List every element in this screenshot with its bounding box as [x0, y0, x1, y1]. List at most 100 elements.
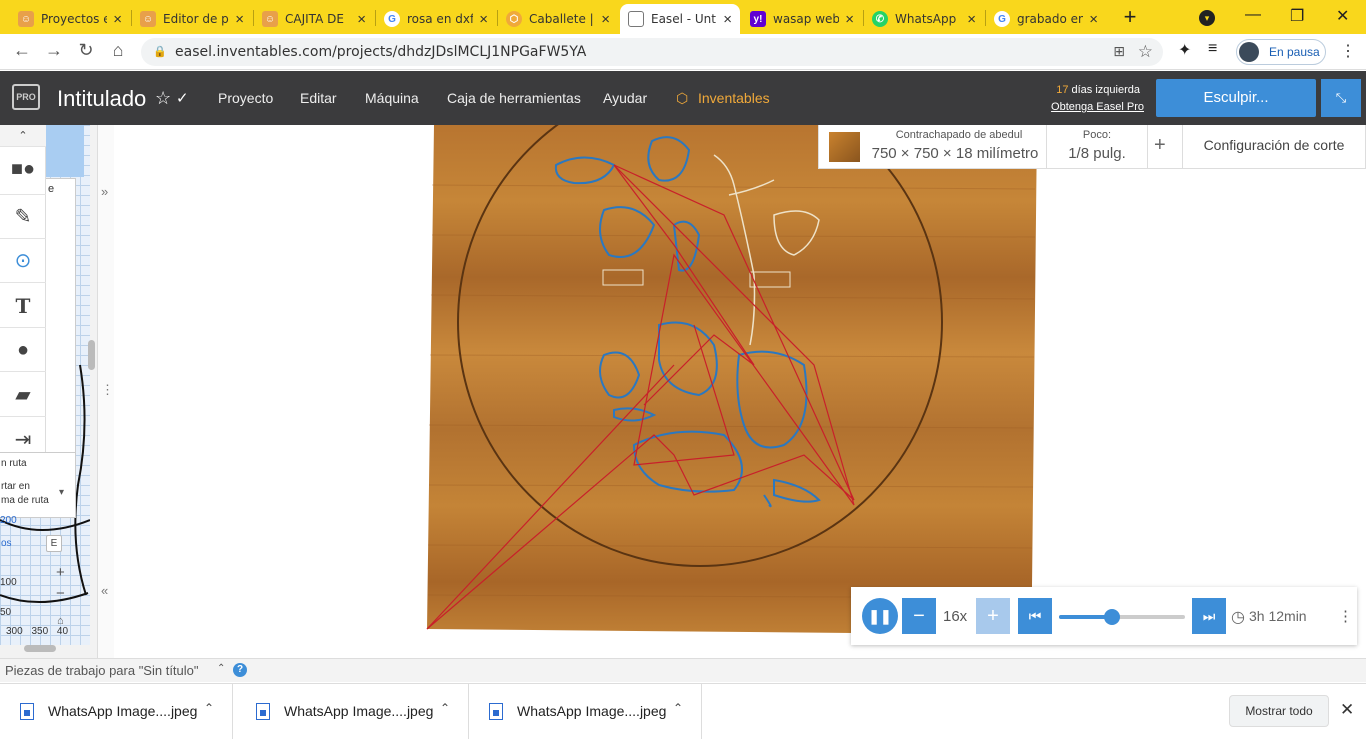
get-pro-link[interactable]: Obtenga Easel Pro [1040, 101, 1144, 113]
fit-to-screen-icon[interactable]: ⤡ [1321, 79, 1361, 117]
project-title[interactable]: Intitulado [57, 86, 146, 112]
browser-tab[interactable]: ☺ Proyectos e × [10, 4, 130, 34]
keyboard-shortcut-badge: E [46, 535, 62, 552]
download-item[interactable]: WhatsApp Image....jpeg ⌃ [236, 684, 469, 739]
vertical-scrollbar[interactable] [88, 340, 95, 370]
close-icon[interactable]: × [1089, 11, 1098, 28]
download-item[interactable]: WhatsApp Image....jpeg ⌃ [469, 684, 702, 739]
close-icon[interactable]: × [357, 11, 366, 28]
tab-search-icon[interactable]: ▾ [1199, 10, 1215, 26]
browser-tab[interactable]: ✆ WhatsApp × [864, 4, 984, 34]
progress-knob[interactable] [1103, 609, 1120, 625]
bit-value[interactable]: 1/8 pulg. [1047, 145, 1147, 162]
browser-tab[interactable]: G rosa en dxf × [376, 4, 496, 34]
convert-to-path-option[interactable]: rtar en ma de ruta [1, 480, 49, 508]
close-icon[interactable]: × [723, 11, 732, 28]
media-control-icon[interactable]: ≡ [1208, 40, 1217, 58]
browser-tab[interactable]: ⬡ Caballete | × [498, 4, 618, 34]
reload-icon[interactable]: ↻ [74, 40, 98, 61]
carve-preview[interactable] [114, 125, 1366, 658]
profile-button[interactable]: En pausa [1236, 39, 1326, 65]
show-all-button[interactable]: Mostrar todo [1229, 695, 1329, 727]
collapse-left-icon[interactable]: « [101, 583, 108, 598]
browser-tab[interactable]: y! wasap web × [742, 4, 862, 34]
tab-title: grabado en [1017, 12, 1084, 26]
menu-ayudar[interactable]: Ayudar [603, 90, 647, 106]
chevron-up-icon[interactable]: ⌃ [673, 701, 683, 715]
browser-tab-active[interactable]: Easel - Unt × [620, 4, 740, 34]
menu-maquina[interactable]: Máquina [365, 90, 419, 106]
download-item[interactable]: WhatsApp Image....jpeg ⌃ [0, 684, 233, 739]
close-icon[interactable]: × [845, 11, 854, 28]
menu-inventables[interactable]: Inventables [698, 90, 770, 106]
close-icon[interactable]: ✕ [1340, 700, 1354, 720]
workpieces-label[interactable]: Piezas de trabajo para "Sin título" [5, 663, 199, 678]
help-icon[interactable]: ? [233, 663, 247, 677]
point-icon[interactable]: ⊙ [0, 239, 46, 283]
person-icon: ☺ [140, 11, 156, 27]
apple-icon[interactable]: ● [0, 328, 46, 372]
menu-proyecto[interactable]: Proyecto [218, 90, 273, 106]
browser-tab[interactable]: ☺ Editor de p × [132, 4, 252, 34]
restore-icon[interactable]: ❐ [1290, 6, 1304, 26]
avatar [1239, 42, 1259, 62]
material-swatch[interactable] [829, 132, 860, 162]
tab-title: wasap web [773, 12, 840, 26]
home-icon[interactable]: ⌂ [106, 40, 130, 61]
pause-button[interactable]: ❚❚ [862, 598, 898, 634]
pro-logo-icon[interactable]: PRO [12, 84, 40, 110]
url-text[interactable]: easel.inventables.com/projects/dhdzJDslM… [175, 44, 586, 60]
faster-button[interactable]: + [976, 598, 1010, 634]
new-tab-button[interactable]: + [1118, 4, 1142, 30]
chevron-up-icon[interactable]: ⌃ [217, 663, 225, 674]
close-window-icon[interactable]: ✕ [1336, 6, 1349, 26]
zoom-out-icon[interactable]: − [56, 585, 65, 602]
progress-slider[interactable] [1059, 609, 1185, 625]
tab-title: Proyectos e [41, 12, 108, 26]
browser-tab[interactable]: ☺ CAJITA DE × [254, 4, 374, 34]
url-bar[interactable]: 🔒 easel.inventables.com/projects/dhdzJDs… [141, 38, 1163, 66]
chevron-up-icon[interactable]: ⌃ [440, 701, 450, 715]
menu-caja-de-herramientas[interactable]: Caja de herramientas [447, 90, 581, 106]
zoom-in-icon[interactable]: + [56, 564, 65, 581]
skip-to-end-icon[interactable]: ⏭ [1192, 598, 1226, 634]
skip-to-start-icon[interactable]: ⏮ [1018, 598, 1052, 634]
browser-tab[interactable]: G grabado en × [986, 4, 1106, 34]
chevron-down-icon[interactable]: ▾ [59, 487, 64, 498]
close-icon[interactable]: × [235, 11, 244, 28]
close-icon[interactable]: × [601, 11, 610, 28]
horizontal-scrollbar[interactable] [24, 645, 56, 652]
collapse-tools-icon[interactable]: ⌃ [0, 125, 46, 147]
shapes-icon[interactable]: ■● [0, 147, 46, 195]
back-icon[interactable]: ← [10, 40, 34, 61]
slower-button[interactable]: − [902, 598, 936, 634]
chevron-down-icon[interactable]: ✓ [176, 89, 189, 107]
close-icon[interactable]: × [113, 11, 122, 28]
close-icon[interactable]: × [967, 11, 976, 28]
chevron-up-icon[interactable]: ⌃ [204, 701, 214, 715]
text-icon[interactable]: T [0, 284, 46, 328]
close-icon[interactable]: × [479, 11, 488, 28]
pen-icon[interactable]: ✎ [0, 195, 46, 239]
home-view-icon[interactable]: ⌂ [57, 615, 64, 627]
panel-link-fragment[interactable]: os [1, 538, 12, 549]
carve-button[interactable]: Esculpir... [1156, 79, 1316, 117]
ruler-label: 100 [0, 577, 17, 588]
lego-icon[interactable]: ▰ [0, 373, 46, 417]
extensions-icon[interactable]: ✦ [1178, 40, 1191, 60]
drag-handle-icon[interactable]: ⋮ [101, 382, 114, 398]
expand-right-icon[interactable]: » [101, 184, 108, 199]
material-name[interactable]: Contrachapado de abedul [869, 129, 1049, 141]
browser-menu-icon[interactable]: ⋮ [1340, 41, 1356, 61]
menu-editar[interactable]: Editar [300, 90, 337, 106]
favorite-star-icon[interactable]: ☆ [155, 88, 171, 109]
minimize-icon[interactable]: — [1245, 6, 1261, 24]
translate-icon[interactable]: ⊞ [1113, 38, 1125, 66]
forward-icon[interactable]: → [42, 40, 66, 61]
material-dimensions[interactable]: 750 × 750 × 18 milímetro [863, 145, 1047, 162]
more-options-icon[interactable]: ⋮ [1338, 607, 1353, 625]
lock-icon[interactable]: 🔒 [153, 38, 167, 66]
cut-settings-button[interactable]: Configuración de corte [1184, 137, 1364, 153]
bookmark-star-icon[interactable]: ☆ [1138, 38, 1153, 66]
add-bit-button[interactable]: + [1154, 134, 1166, 157]
